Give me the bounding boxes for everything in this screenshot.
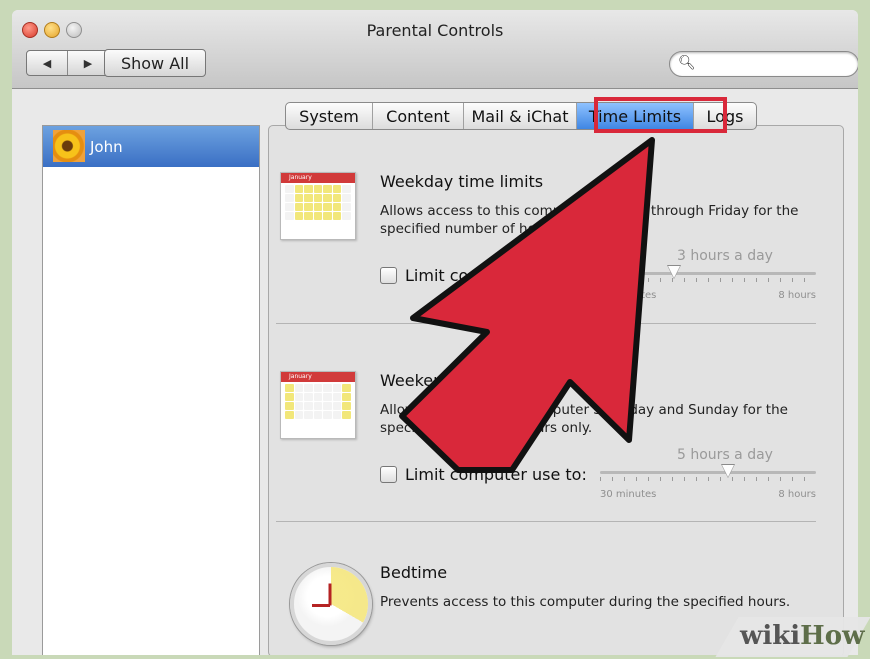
red-pointer-arrow-icon [399,137,655,473]
